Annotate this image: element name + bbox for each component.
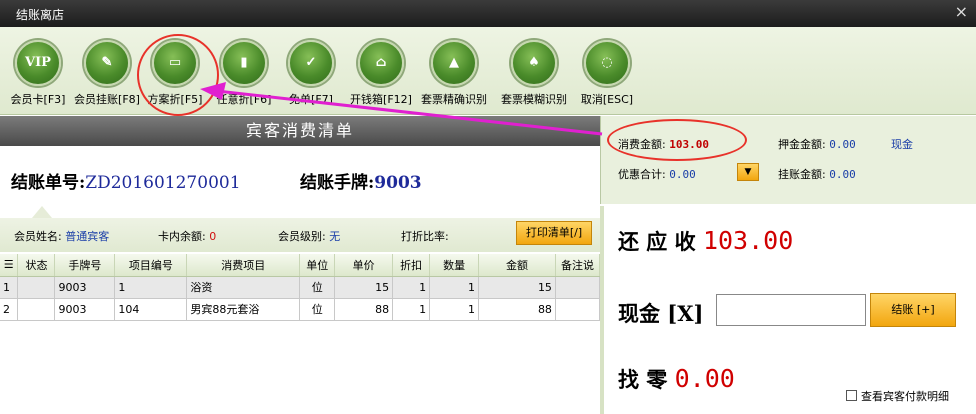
annotation-arrow-icon — [200, 82, 603, 136]
